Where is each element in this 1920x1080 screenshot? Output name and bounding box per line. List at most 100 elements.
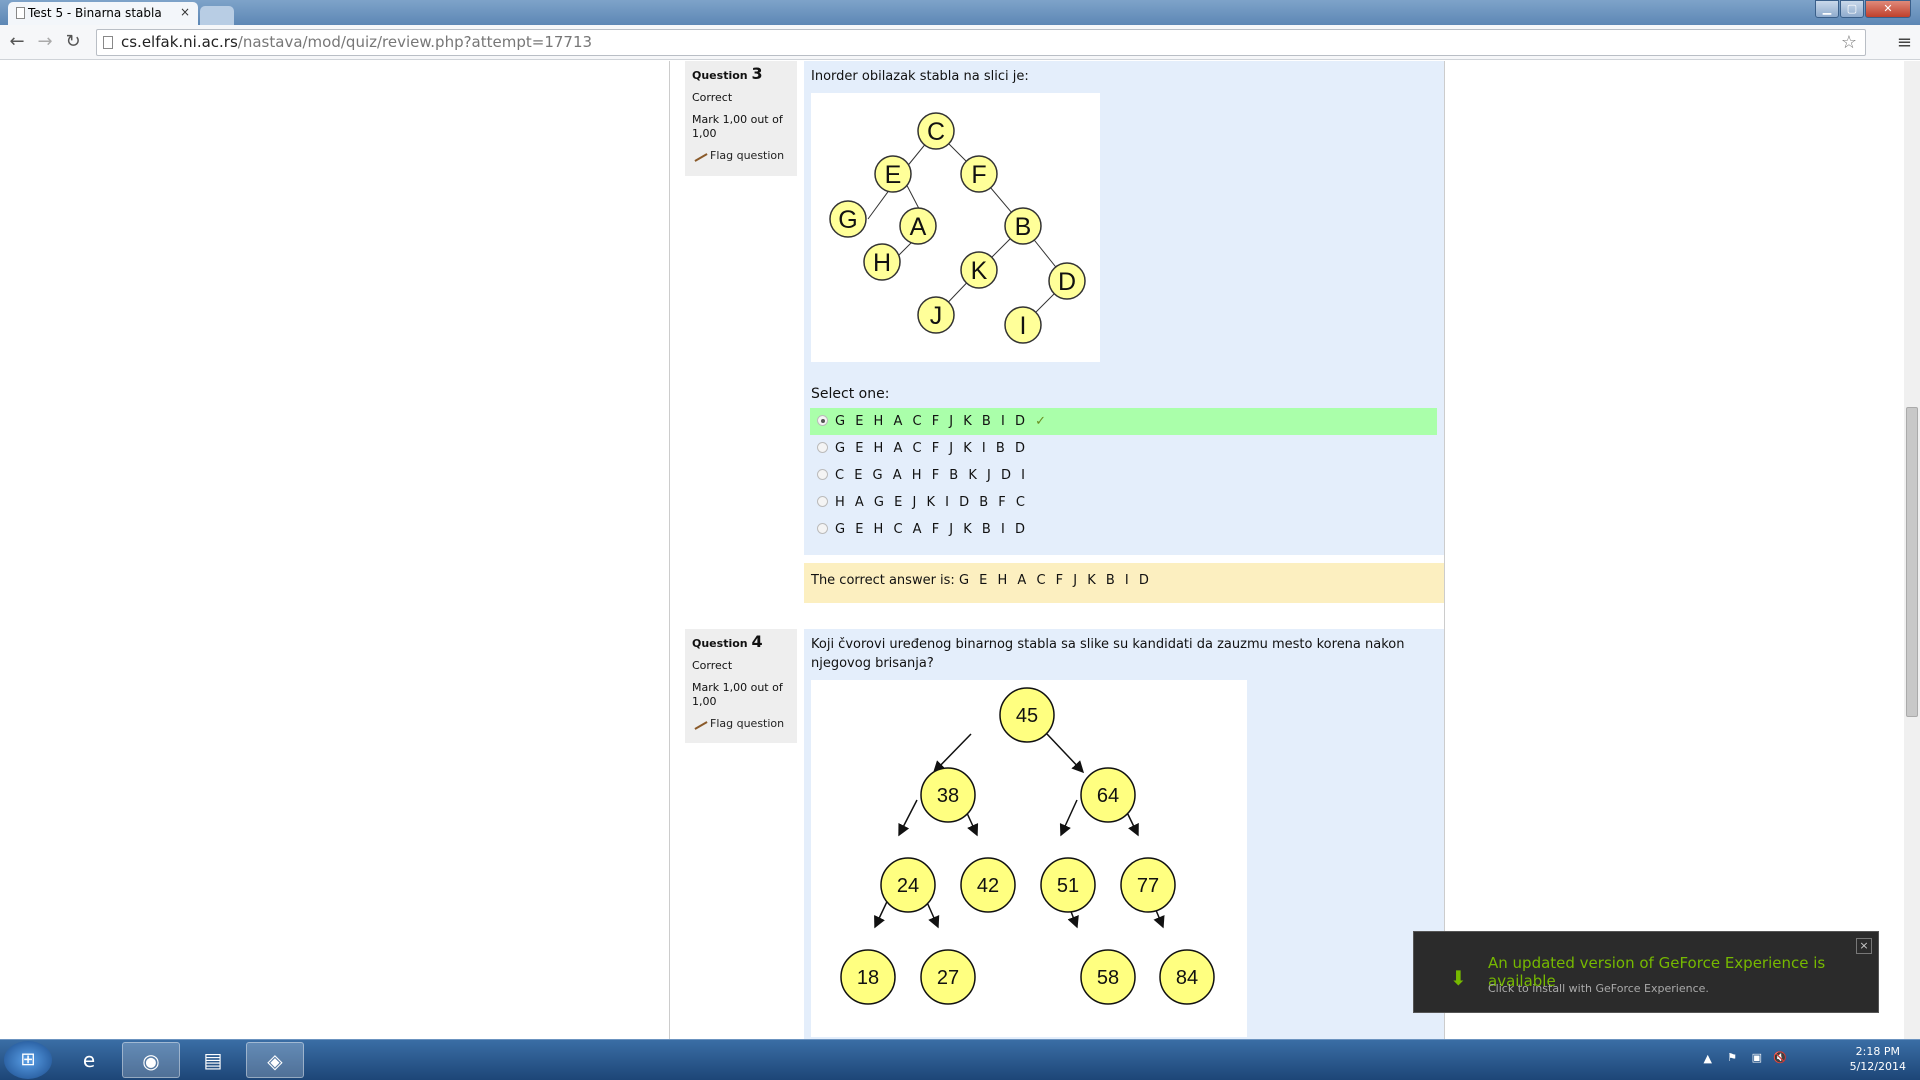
svg-text:J: J bbox=[930, 302, 943, 330]
svg-text:K: K bbox=[971, 257, 988, 285]
question-text: Inorder obilazak stabla na slici je: bbox=[811, 69, 1029, 84]
nvidia-download-icon: ⬇ bbox=[1450, 966, 1467, 990]
select-one-prompt: Select one: bbox=[811, 386, 890, 402]
page-icon bbox=[16, 7, 25, 19]
internet-explorer-icon[interactable]: e bbox=[60, 1042, 118, 1078]
tree-node: 18 bbox=[840, 949, 896, 1005]
radio-button[interactable] bbox=[817, 523, 828, 534]
tree-node: 27 bbox=[920, 949, 976, 1005]
svg-text:51: 51 bbox=[1057, 875, 1079, 897]
tree-node: J bbox=[917, 296, 955, 334]
svg-text:64: 64 bbox=[1097, 785, 1119, 807]
answer-prefix: The correct answer is: bbox=[811, 573, 959, 588]
title-bar: Test 5 - Binarna stabla × ▁ ▢ ✕ bbox=[0, 0, 1920, 25]
question-info: Question 4 Correct Mark 1,00 out of 1,00… bbox=[685, 629, 797, 743]
flag-icon bbox=[690, 146, 708, 162]
tree-node: F bbox=[960, 155, 998, 193]
bookmark-star-icon[interactable]: ☆ bbox=[1841, 30, 1857, 55]
answer-option[interactable]: G E H A C F J K B I D ✓ bbox=[810, 408, 1437, 435]
tree-node: D bbox=[1048, 262, 1086, 300]
start-button[interactable]: ⊞ bbox=[4, 1041, 52, 1079]
tree-node: 58 bbox=[1080, 949, 1136, 1005]
question-state: Correct bbox=[692, 91, 733, 104]
tree-node: B bbox=[1004, 207, 1042, 245]
answer-option[interactable]: H A G E J K I D B F C bbox=[810, 489, 1437, 516]
close-tab-icon[interactable]: × bbox=[180, 5, 190, 19]
answer-option[interactable]: G E H A C F J K I B D bbox=[810, 435, 1437, 462]
svg-text:27: 27 bbox=[937, 967, 959, 989]
svg-text:84: 84 bbox=[1176, 967, 1198, 989]
vertical-scrollbar[interactable] bbox=[1904, 61, 1920, 1039]
tree-node: G bbox=[829, 200, 867, 238]
svg-text:38: 38 bbox=[937, 785, 959, 807]
new-tab-button[interactable] bbox=[200, 6, 234, 25]
svg-text:E: E bbox=[885, 161, 902, 189]
question-content: Koji čvorovi uređenog binarnog stabla sa… bbox=[804, 629, 1444, 1039]
answer-option[interactable]: C E G A H F B K J D I bbox=[810, 462, 1437, 489]
flag-icon bbox=[690, 714, 708, 730]
address-bar[interactable]: cs.elfak.ni.ac.rs/nastava/mod/quiz/revie… bbox=[96, 29, 1866, 56]
question-state: Correct bbox=[692, 659, 733, 672]
reload-icon[interactable]: ↻ bbox=[62, 31, 84, 53]
flag-question-button[interactable]: Flag question bbox=[690, 714, 790, 731]
menu-icon[interactable]: ≡ bbox=[1897, 32, 1912, 53]
file-explorer-icon[interactable]: ▤ bbox=[184, 1042, 242, 1078]
notification-subtitle: Click to install with GeForce Experience… bbox=[1488, 982, 1709, 995]
radio-button[interactable] bbox=[817, 442, 828, 453]
tree-node: H bbox=[863, 243, 901, 281]
question-content: Inorder obilazak stabla na slici je: C E… bbox=[804, 61, 1444, 555]
svg-text:A: A bbox=[910, 213, 927, 241]
scrollbar-thumb[interactable] bbox=[1906, 407, 1918, 717]
maximize-button[interactable]: ▢ bbox=[1840, 0, 1864, 18]
tree-node: C bbox=[917, 112, 955, 150]
close-window-button[interactable]: ✕ bbox=[1865, 0, 1911, 18]
tree-node: 38 bbox=[920, 767, 976, 823]
answer-option[interactable]: G E H C A F J K B I D bbox=[810, 516, 1437, 543]
forward-icon[interactable]: → bbox=[34, 31, 56, 53]
tree-node: 77 bbox=[1120, 857, 1176, 913]
minimize-button[interactable]: ▁ bbox=[1815, 0, 1839, 18]
tree-node: 84 bbox=[1159, 949, 1215, 1005]
tree-node: 42 bbox=[960, 857, 1016, 913]
flag-question-button[interactable]: Flag question bbox=[690, 146, 790, 163]
clock[interactable]: 2:18 PM 5/12/2014 bbox=[1850, 1044, 1906, 1074]
close-icon[interactable]: × bbox=[1856, 938, 1872, 954]
browser-toolbar: ← → ↻ cs.elfak.ni.ac.rs/nastava/mod/quiz… bbox=[0, 25, 1920, 60]
radio-button[interactable] bbox=[817, 469, 828, 480]
correct-check-icon: ✓ bbox=[1035, 414, 1047, 429]
tray-expand-icon[interactable]: ▲ bbox=[1704, 1052, 1712, 1065]
clock-date: 5/12/2014 bbox=[1849, 1060, 1906, 1073]
question-text: Koji čvorovi uređenog binarnog stabla sa… bbox=[811, 637, 1405, 671]
volume-muted-icon[interactable]: 🔇 bbox=[1773, 1051, 1787, 1064]
url-host: cs.elfak.ni.ac.rs bbox=[121, 33, 238, 51]
question-mark: Mark 1,00 out of 1,00 bbox=[692, 113, 783, 140]
svg-text:G: G bbox=[838, 206, 857, 234]
tree-image: C E F G A B H K D J I bbox=[811, 93, 1100, 362]
url-path: /nastava/mod/quiz/review.php?attempt=177… bbox=[237, 33, 593, 51]
tree-node: 51 bbox=[1040, 857, 1096, 913]
svg-text:58: 58 bbox=[1097, 967, 1119, 989]
taskbar: ⊞ e ◉ ▤ ◈ ▲ ⚑ ▣ 🔇 2:18 PM 5/12/2014 bbox=[0, 1039, 1920, 1080]
correct-answer-box: The correct answer is: G E H A C F J K B… bbox=[804, 563, 1444, 603]
action-center-flag-icon[interactable]: ⚑ bbox=[1727, 1051, 1737, 1064]
tree-diagram: 45 38 64 24 42 51 77 18 27 58 84 bbox=[840, 687, 1215, 1005]
nvidia-icon[interactable]: ◈ bbox=[246, 1042, 304, 1078]
answer-options: G E H A C F J K B I D ✓ G E H A C F J K … bbox=[810, 408, 1437, 543]
network-icon[interactable]: ▣ bbox=[1752, 1051, 1762, 1064]
svg-text:I: I bbox=[1020, 312, 1027, 340]
question-info: Question 3 Correct Mark 1,00 out of 1,00… bbox=[685, 61, 797, 176]
radio-button[interactable] bbox=[817, 415, 828, 426]
geforce-notification[interactable]: ⬇ An updated version of GeForce Experien… bbox=[1413, 931, 1879, 1013]
svg-text:C: C bbox=[927, 118, 945, 146]
svg-text:F: F bbox=[971, 161, 986, 189]
svg-text:77: 77 bbox=[1137, 875, 1159, 897]
chrome-icon[interactable]: ◉ bbox=[122, 1042, 180, 1078]
tree-node: I bbox=[1004, 306, 1042, 344]
question-number: Question 3 bbox=[692, 64, 763, 83]
question-mark: Mark 1,00 out of 1,00 bbox=[692, 681, 783, 708]
tree-image: 45 38 64 24 42 51 77 18 27 58 84 bbox=[811, 680, 1247, 1037]
browser-tab-active[interactable]: Test 5 - Binarna stabla × bbox=[8, 2, 198, 25]
radio-button[interactable] bbox=[817, 496, 828, 507]
back-icon[interactable]: ← bbox=[6, 31, 28, 53]
tab-title: Test 5 - Binarna stabla bbox=[28, 6, 162, 20]
